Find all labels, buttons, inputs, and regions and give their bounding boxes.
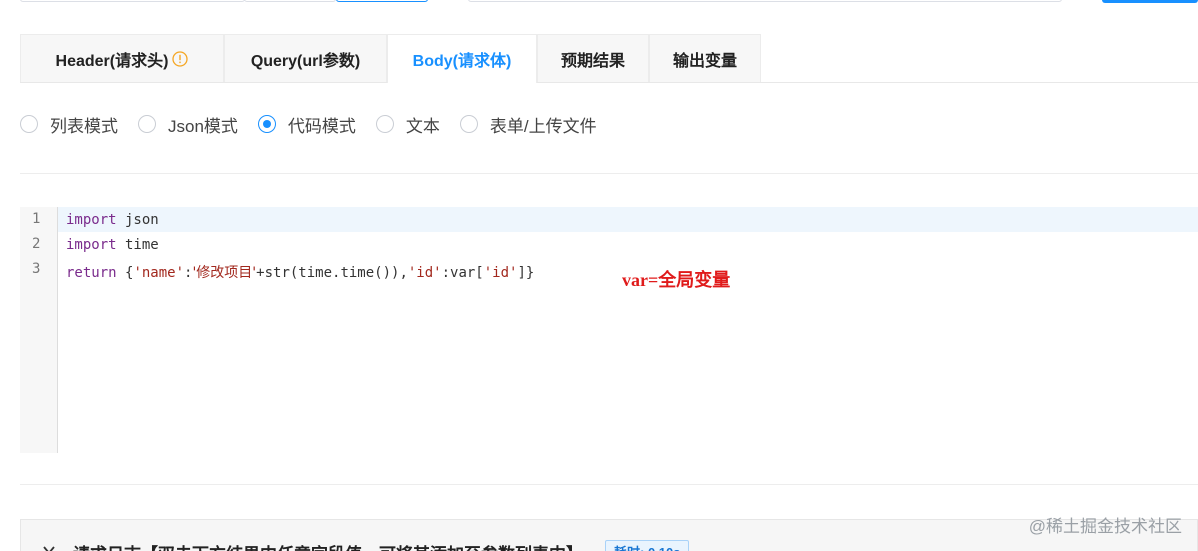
radio-list-mode[interactable]: 列表模式: [20, 112, 118, 137]
annotation-note: var=全局变量: [622, 270, 731, 290]
divider: [20, 484, 1198, 485]
radio-label: 表单/上传文件: [489, 116, 597, 136]
body-mode-radio-group: 列表模式 Json模式 代码模式 文本 表单/上传文件: [20, 112, 617, 136]
top-url-input[interactable]: [468, 0, 1062, 2]
radio-circle[interactable]: [459, 115, 478, 133]
radio-label: 列表模式: [50, 116, 118, 136]
radio-json-mode[interactable]: Json模式: [138, 112, 238, 137]
radio-label: 代码模式: [287, 116, 356, 136]
line-number: 3: [32, 261, 41, 277]
keyword: import: [66, 237, 117, 253]
elapsed-time-badge: 耗时: 0.10s: [605, 540, 690, 551]
radio-form-upload-mode[interactable]: 表单/上传文件: [459, 112, 597, 137]
code-text: {: [116, 265, 134, 281]
code-line-3[interactable]: return {'name':'修改项目'+str(time.time()),'…: [66, 262, 534, 282]
code-text: +str(time.time()),: [256, 265, 408, 281]
top-select[interactable]: [20, 0, 245, 2]
line-number: 1: [32, 211, 41, 227]
radio-circle-checked[interactable]: [257, 115, 276, 133]
top-select-2[interactable]: [244, 0, 336, 2]
radio-circle[interactable]: [138, 115, 156, 133]
code-line-1[interactable]: import json: [66, 212, 159, 228]
code-line-2[interactable]: import time: [66, 237, 159, 253]
code-text: time: [116, 237, 159, 253]
request-log-title: 请求日志【双击下方结果中任意字段值，可将其添加至参数列表中】: [73, 540, 583, 551]
divider: [20, 173, 1198, 174]
string-literal: 'id': [407, 265, 442, 281]
tab-label: 预期结果: [560, 52, 625, 70]
tab-query[interactable]: Query(url参数): [224, 34, 387, 82]
tab-output-variables[interactable]: 输出变量: [649, 34, 761, 82]
tab-label: 输出变量: [672, 52, 737, 70]
tab-header[interactable]: Header(请求头): [20, 34, 224, 82]
tab-label: Header(请求头): [55, 52, 169, 70]
keyword: import: [66, 212, 117, 228]
request-log-panel[interactable]: 请求日志【双击下方结果中任意字段值，可将其添加至参数列表中】 耗时: 0.10s: [20, 519, 1198, 551]
request-tabs: Header(请求头) Query(url参数) Body(请求体) 预期结果 …: [20, 34, 1198, 83]
code-editor[interactable]: 1 2 3 import json import time return {'n…: [20, 207, 1198, 453]
chevron-down-icon[interactable]: [43, 542, 55, 551]
string-literal: 'id': [483, 265, 518, 281]
code-text: :var[: [441, 265, 484, 281]
top-method-select[interactable]: [336, 0, 428, 2]
tab-label: Query(url参数): [250, 52, 361, 70]
editor-gutter: 1 2 3: [20, 207, 58, 453]
tab-body[interactable]: Body(请求体): [387, 34, 537, 83]
radio-text-mode[interactable]: 文本: [375, 112, 440, 137]
radio-circle[interactable]: [375, 115, 394, 133]
tab-label: Body(请求体): [412, 53, 512, 70]
page: Header(请求头) Query(url参数) Body(请求体) 预期结果 …: [0, 0, 1198, 551]
code-text: json: [116, 212, 159, 228]
warning-icon: [172, 50, 189, 67]
watermark: @稀土掘金技术社区: [1028, 517, 1182, 536]
string-literal: 'name': [133, 265, 185, 281]
code-text: ]}: [517, 265, 535, 281]
radio-circle[interactable]: [20, 115, 38, 133]
tab-expected-result[interactable]: 预期结果: [537, 34, 649, 82]
string-literal: '修改项目': [192, 265, 257, 281]
radio-label: Json模式: [168, 116, 238, 136]
active-line-highlight: [58, 207, 1198, 232]
radio-code-mode[interactable]: 代码模式: [257, 112, 356, 137]
line-number: 2: [32, 236, 41, 252]
keyword: return: [66, 265, 117, 281]
radio-label: 文本: [405, 116, 440, 136]
top-send-button[interactable]: [1102, 0, 1198, 3]
